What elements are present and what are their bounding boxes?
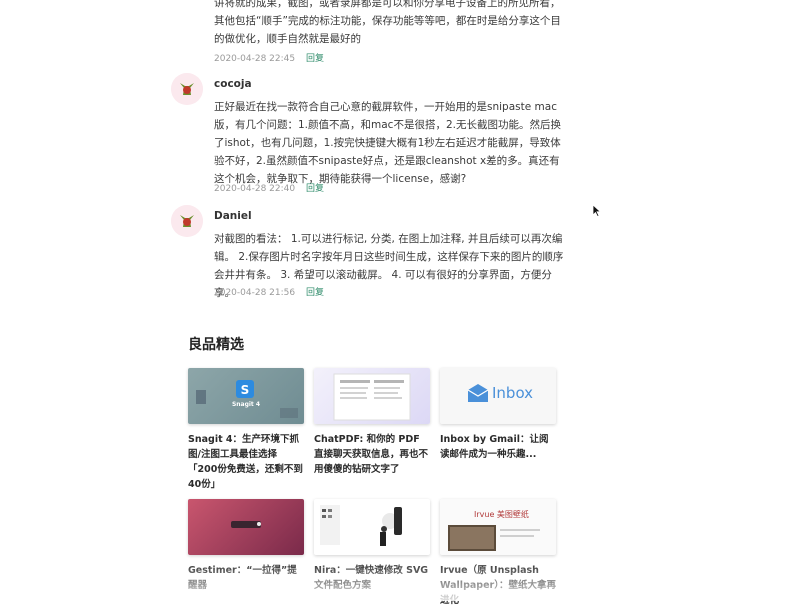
pick-thumbnail: Inbox xyxy=(440,368,556,424)
mouse-pointer-icon xyxy=(592,204,602,218)
document-preview-icon xyxy=(333,373,411,421)
pick-title[interactable]: Inbox by Gmail：让阅读邮件成为一种乐趣... xyxy=(440,432,556,462)
pick-card-irvue[interactable]: Irvue 美图壁纸 Irvue（原 Unsplash Wallpaper）：壁… xyxy=(440,499,556,608)
pick-title[interactable]: Snagit 4：生产环境下抓图/注图工具最佳选择「200份免费送，还剩不到 4… xyxy=(188,432,304,492)
pick-thumbnail xyxy=(314,499,430,555)
pick-title[interactable]: Irvue（原 Unsplash Wallpaper）：壁纸大拿再进化 xyxy=(440,563,556,608)
avatar-icon xyxy=(171,73,203,105)
article-comments-page: 讲将就的成果，截图，或者录屏都是可以和你分享电子设备上的所见所看，其他包括“顺手… xyxy=(0,0,800,606)
pick-thumbnail xyxy=(314,368,430,424)
avatar xyxy=(171,73,203,105)
comment-text: 正好最近在找一款符合自己心意的截屏软件，一开始用的是snipaste mac版，… xyxy=(214,101,561,185)
comment-time: 2020-04-28 22:45 xyxy=(214,54,296,64)
pick-card-gestimer[interactable]: Gestimer：“一拉得”提醒器 xyxy=(188,499,304,593)
pick-card-nira[interactable]: Nira：一键快速修改 SVG 文件配色方案 xyxy=(314,499,430,593)
reply-link[interactable]: 回复 xyxy=(306,184,324,194)
comment-meta: 2020-04-28 22:40 回复 xyxy=(214,181,324,194)
comment-meta: 2020-04-28 22:45 回复 xyxy=(214,51,324,64)
reply-link[interactable]: 回复 xyxy=(306,54,324,64)
comment-text: 讲将就的成果，截图，或者录屏都是可以和你分享电子设备上的所见所看，其他包括“顺手… xyxy=(214,0,561,45)
thumb-label: Irvue 美图壁纸 xyxy=(474,510,529,519)
comment-time: 2020-04-28 21:56 xyxy=(214,288,296,298)
snagit-logo-icon: S xyxy=(196,380,298,418)
app-preview-icon xyxy=(320,505,402,546)
pick-thumbnail xyxy=(188,499,304,555)
pick-thumbnail: Irvue 美图壁纸 xyxy=(440,499,556,555)
pick-card-inbox[interactable]: Inbox Inbox by Gmail：让阅读邮件成为一种乐趣... xyxy=(440,368,556,462)
thumb-label: Snagit 4 xyxy=(231,401,261,408)
avatar xyxy=(171,205,203,237)
comment-time: 2020-04-28 22:40 xyxy=(214,184,296,194)
svg-text:S: S xyxy=(241,383,250,397)
pick-thumbnail: S Snagit 4 xyxy=(188,368,304,424)
wallpaper-preview-icon xyxy=(448,525,540,551)
comment-author: Daniel xyxy=(214,210,252,222)
thumb-label: Inbox xyxy=(492,384,534,402)
avatar-icon xyxy=(171,205,203,237)
pick-card-chatpdf[interactable]: ChatPDF: 和你的 PDF 直接聊天获取信息，再也不用傻傻的钻研文字了 xyxy=(314,368,430,477)
pick-title[interactable]: ChatPDF: 和你的 PDF 直接聊天获取信息，再也不用傻傻的钻研文字了 xyxy=(314,432,430,477)
pick-title[interactable]: Nira：一键快速修改 SVG 文件配色方案 xyxy=(314,563,430,593)
comment-author: cocoja xyxy=(214,78,252,90)
pick-card-snagit[interactable]: S Snagit 4 Snagit 4：生产环境下抓图/注图工具最佳选择「200… xyxy=(188,368,304,492)
section-title: 良品精选 xyxy=(188,337,244,353)
menubar-timer-icon xyxy=(231,521,261,528)
comment-meta: 2020-04-28 21:56 回复 xyxy=(214,285,324,298)
reply-link[interactable]: 回复 xyxy=(306,288,324,298)
pick-title[interactable]: Gestimer：“一拉得”提醒器 xyxy=(188,563,304,593)
